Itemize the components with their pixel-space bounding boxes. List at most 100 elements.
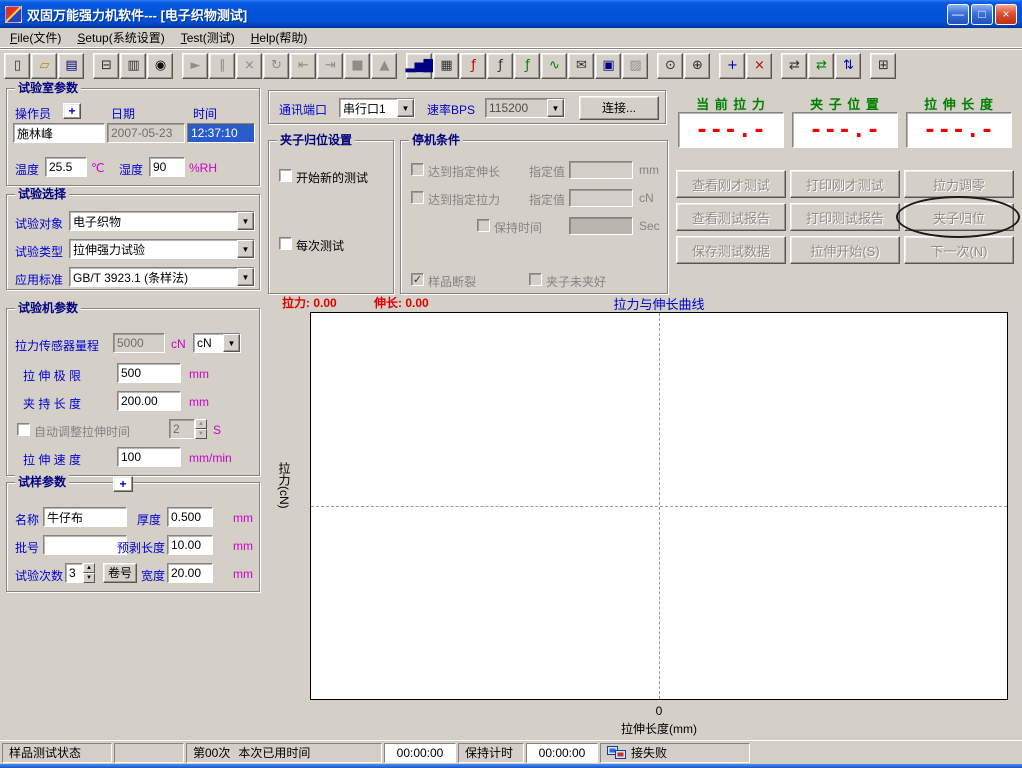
peel-length-label: 预剥长度 bbox=[117, 539, 165, 556]
save-data-button[interactable]: 保存测试数据 bbox=[676, 236, 786, 264]
connection-panel: 接失败 bbox=[600, 743, 750, 763]
spinner-up-icon[interactable]: ▲ bbox=[83, 563, 95, 573]
report-icon[interactable]: ▦ bbox=[433, 53, 459, 79]
force-zero-button[interactable]: 拉力调零 bbox=[904, 170, 1014, 198]
home-each-test-checkbox[interactable] bbox=[279, 237, 292, 250]
chevron-down-icon[interactable]: ▼ bbox=[237, 268, 254, 286]
print-last-test-button[interactable]: 打印刚才测试 bbox=[790, 170, 900, 198]
view-last-test-button[interactable]: 查看刚才测试 bbox=[676, 170, 786, 198]
spinner-down-icon[interactable]: ▼ bbox=[83, 573, 95, 583]
updown-icon[interactable]: ⇅ bbox=[835, 53, 861, 79]
specimen-add-button[interactable]: + bbox=[113, 476, 133, 492]
fx-green-icon[interactable]: ƒ bbox=[514, 53, 540, 79]
view-report-button[interactable]: 查看测试报告 bbox=[676, 203, 786, 231]
titlebar[interactable]: 双固万能强力机软件--- [电子织物测试] — □ × bbox=[0, 0, 1022, 28]
new-file-icon[interactable]: ▯ bbox=[4, 53, 30, 79]
x-axis-label: 拉伸长度(mm) bbox=[310, 720, 1008, 737]
operator-input[interactable]: 施林峰 bbox=[13, 123, 105, 143]
minimize-button[interactable]: — bbox=[947, 4, 969, 25]
chevron-down-icon[interactable]: ▼ bbox=[237, 212, 254, 230]
clamp-home-button[interactable]: 夹子归位 bbox=[904, 203, 1014, 231]
fx-red-icon[interactable]: ƒ bbox=[460, 53, 486, 79]
temperature-input[interactable]: 25.5 bbox=[45, 157, 87, 177]
batch-label: 批号 bbox=[15, 539, 39, 556]
hold-time-label: 保持时间 bbox=[494, 219, 542, 236]
chart-icon[interactable]: ▂▅▇ bbox=[406, 53, 432, 79]
temperature-label: 温度 bbox=[15, 161, 39, 178]
lab-params-group: 试验室参数 操作员 + 日期 时间 施林峰 2007-05-23 12:37:1… bbox=[6, 88, 260, 186]
menu-test[interactable]: Test(测试) bbox=[173, 27, 243, 48]
toolbar-separator bbox=[649, 53, 657, 79]
zoom-icon[interactable]: ⊙ bbox=[657, 53, 683, 79]
sample-break-label: 样品断裂 bbox=[428, 273, 476, 290]
current-force-display: 当 前 拉 力 ---.- bbox=[676, 88, 786, 158]
home-on-new-test-checkbox[interactable] bbox=[279, 169, 292, 182]
disk-icon[interactable]: ▣ bbox=[595, 53, 621, 79]
batch-input[interactable] bbox=[43, 535, 127, 555]
chevron-down-icon: ▼ bbox=[547, 99, 564, 117]
clamp-length-input[interactable]: 200.00 bbox=[117, 391, 181, 411]
thickness-input[interactable]: 0.500 bbox=[167, 507, 213, 527]
delete-icon[interactable]: × bbox=[746, 53, 772, 79]
test-count-input[interactable]: 3 bbox=[65, 563, 83, 583]
thickness-label: 厚度 bbox=[137, 511, 161, 528]
print-icon[interactable]: ⊟ bbox=[93, 53, 119, 79]
save-icon[interactable]: ▤ bbox=[58, 53, 84, 79]
chevron-down-icon[interactable]: ▼ bbox=[397, 99, 414, 117]
transfer-icon[interactable]: ⇄ bbox=[781, 53, 807, 79]
window-title: 双固万能强力机软件--- [电子织物测试] bbox=[27, 5, 942, 24]
operator-add-button[interactable]: + bbox=[63, 103, 81, 119]
fx-black-icon[interactable]: ƒ bbox=[487, 53, 513, 79]
tension-speed-input[interactable]: 100 bbox=[117, 447, 181, 467]
grid-icon[interactable]: ⊞ bbox=[870, 53, 896, 79]
add-icon[interactable]: + bbox=[719, 53, 745, 79]
pause-icon: ∥ bbox=[209, 53, 235, 79]
plot-area bbox=[310, 312, 1008, 700]
standard-label: 应用标准 bbox=[15, 271, 63, 288]
restore-button[interactable]: □ bbox=[971, 4, 993, 25]
width-input[interactable]: 20.00 bbox=[167, 563, 213, 583]
combo-value: 115200 bbox=[486, 99, 547, 117]
display-value: ---.- bbox=[678, 112, 784, 148]
baud-rate-label: 速率BPS bbox=[427, 101, 475, 118]
menu-file[interactable]: File(文件) bbox=[2, 27, 69, 48]
print-preview-icon[interactable]: ▥ bbox=[120, 53, 146, 79]
specimen-params-title: 试样参数 bbox=[15, 475, 69, 489]
tension-speed-unit: mm/min bbox=[189, 451, 232, 465]
connect-button[interactable]: 连接... bbox=[579, 96, 659, 120]
curve-icon[interactable]: ∿ bbox=[541, 53, 567, 79]
roll-number-button[interactable]: 卷号 bbox=[103, 563, 137, 583]
next-test-button[interactable]: 下一次(N) bbox=[904, 236, 1014, 264]
menu-bar: File(文件)Setup(系统设置)Test(测试)Help(帮助) bbox=[0, 28, 1022, 48]
standard-combo[interactable]: GB/T 3923.1 (条样法) ▼ bbox=[69, 267, 255, 287]
menu-setup[interactable]: Setup(系统设置) bbox=[69, 27, 172, 48]
tools-circle-icon[interactable]: ◉ bbox=[147, 53, 173, 79]
force-setpoint-unit: cN bbox=[639, 191, 654, 205]
close-button[interactable]: × bbox=[995, 4, 1017, 25]
chevron-down-icon[interactable]: ▼ bbox=[223, 334, 240, 352]
peel-length-input[interactable]: 10.00 bbox=[167, 535, 213, 555]
auto-adjust-checkbox[interactable] bbox=[17, 423, 30, 436]
humidity-input[interactable]: 90 bbox=[149, 157, 185, 177]
clamp-position-display: 夹 子 位 置 ---.- bbox=[790, 88, 900, 158]
test-object-combo[interactable]: 电子织物 ▼ bbox=[69, 211, 255, 231]
zoom-plus-icon[interactable]: ⊕ bbox=[684, 53, 710, 79]
transfer-green-icon[interactable]: ⇄ bbox=[808, 53, 834, 79]
test-count-spinner[interactable]: ▲▼ bbox=[83, 563, 95, 583]
chevron-down-icon[interactable]: ▼ bbox=[237, 240, 254, 258]
menu-help[interactable]: Help(帮助) bbox=[243, 27, 316, 48]
start-tension-button[interactable]: 拉伸开始(S) bbox=[790, 236, 900, 264]
open-folder-icon[interactable]: ▱ bbox=[31, 53, 57, 79]
comm-port-combo[interactable]: 串行口1 ▼ bbox=[339, 98, 415, 118]
tension-limit-input[interactable]: 500 bbox=[117, 363, 181, 383]
print-report-button[interactable]: 打印测试报告 bbox=[790, 203, 900, 231]
specimen-name-input[interactable]: 牛仔布 bbox=[43, 507, 127, 527]
mail-icon[interactable]: ✉ bbox=[568, 53, 594, 79]
connection-status-text: 接失败 bbox=[631, 744, 667, 761]
x-origin-label: 0 bbox=[651, 704, 667, 718]
sample-break-checkbox bbox=[411, 273, 424, 286]
clamp-home-settings-title: 夹子归位设置 bbox=[277, 133, 355, 147]
test-select-title: 试验选择 bbox=[15, 187, 69, 201]
sensor-unit-combo[interactable]: cN ▼ bbox=[193, 333, 241, 353]
test-type-combo[interactable]: 拉伸强力试验 ▼ bbox=[69, 239, 255, 259]
